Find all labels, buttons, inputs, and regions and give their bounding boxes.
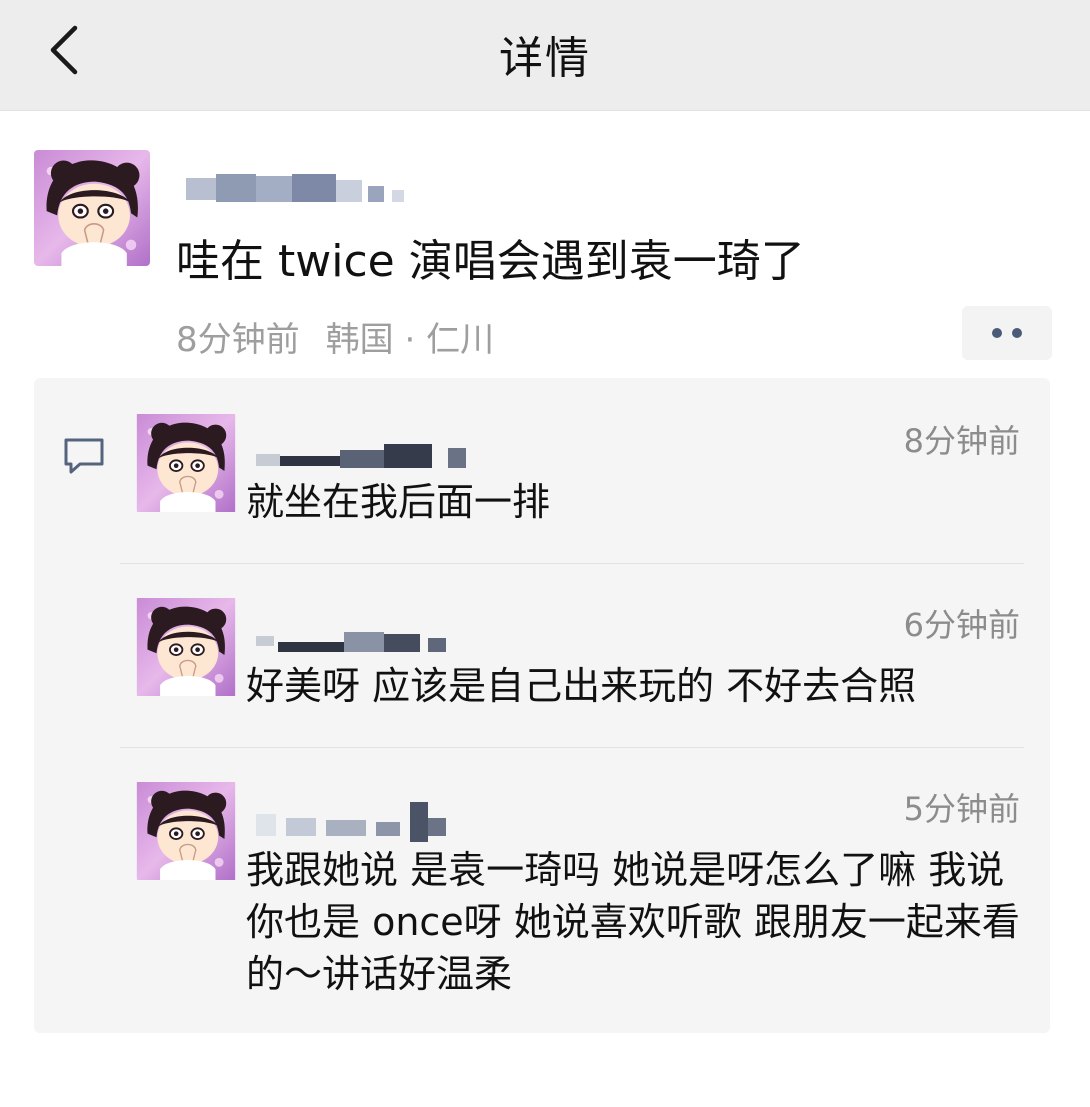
comment-text: 我跟她说 是袁一琦吗 她说是呀怎么了嘛 我说你也是 once呀 她说喜欢听歌 跟… (246, 848, 1020, 996)
more-dots-icon (992, 328, 1002, 338)
post-author-name-mosaic[interactable] (186, 168, 416, 212)
cartoon-girl-avatar (134, 414, 238, 512)
cartoon-girl-avatar (34, 150, 150, 266)
comment-time: 6分钟前 (903, 606, 1020, 644)
comment-avatar[interactable] (134, 782, 238, 880)
comment-item: 6分钟前 好美呀 应该是自己出来玩的 不好去合照 (34, 598, 1050, 748)
post-author-avatar[interactable] (34, 150, 150, 266)
post-location: 韩国 · 仁川 (325, 320, 495, 360)
comment-divider (120, 747, 1024, 748)
post-time: 8分钟前 (176, 320, 300, 360)
comment-item: 8分钟前 就坐在我后面一排 (34, 414, 1050, 564)
comment-text: 就坐在我后面一排 (246, 480, 551, 524)
comment-author-name-mosaic[interactable] (256, 802, 496, 842)
more-dots-icon (1012, 328, 1022, 338)
comment-author-name-mosaic[interactable] (256, 434, 496, 474)
comment-text: 好美呀 应该是自己出来玩的 不好去合照 (246, 664, 917, 708)
comment-divider (120, 563, 1024, 564)
detail-page: 详情 哇在 twice 演唱会遇到袁一琦了 8分钟前 韩国 · 仁川 8分钟前 … (0, 0, 1090, 1107)
comment-avatar[interactable] (134, 414, 238, 512)
comment-author-name-mosaic[interactable] (256, 618, 496, 658)
comment-avatar[interactable] (134, 598, 238, 696)
page-title: 详情 (499, 33, 591, 84)
comment-time: 8分钟前 (903, 422, 1020, 460)
cartoon-girl-avatar (134, 598, 238, 696)
comment-item: 5分钟前 我跟她说 是袁一琦吗 她说是呀怎么了嘛 我说你也是 once呀 她说喜… (34, 782, 1050, 1012)
cartoon-girl-avatar (134, 782, 238, 880)
comment-time: 5分钟前 (903, 790, 1020, 828)
post-content: 哇在 twice 演唱会遇到袁一琦了 (176, 236, 805, 287)
more-actions-button[interactable] (962, 306, 1052, 360)
comments-section: 8分钟前 就坐在我后面一排 6分钟前 好美呀 应该是自己出来玩的 不好去合照 5… (34, 378, 1050, 1033)
post-meta: 8分钟前 韩国 · 仁川 (176, 312, 494, 361)
nav-header: 详情 (0, 0, 1090, 111)
